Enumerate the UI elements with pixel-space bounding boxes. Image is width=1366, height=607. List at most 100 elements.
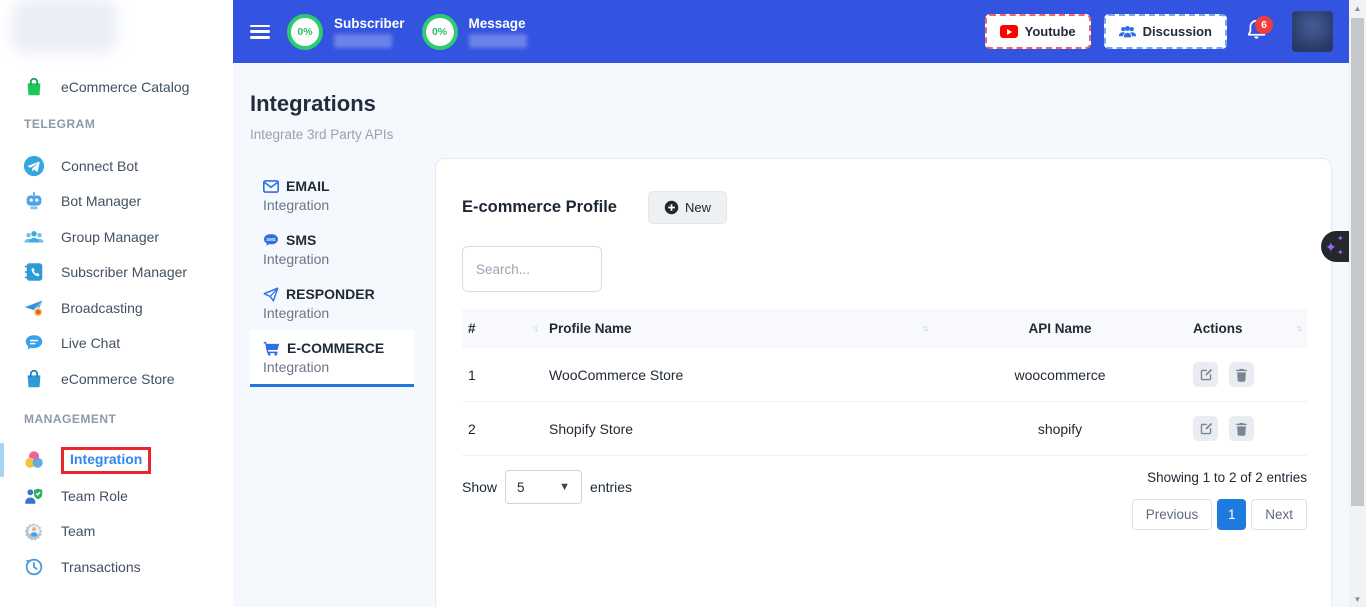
hamburger-menu-icon[interactable] (250, 25, 270, 39)
sidebar-item-ecommerce-store[interactable]: eCommerce Store (0, 361, 233, 396)
sidebar-section-telegram: TELEGRAM (24, 117, 95, 131)
tab-email-integration[interactable]: EMAIL Integration (250, 168, 414, 222)
sidebar-item-live-chat[interactable]: Live Chat (0, 326, 233, 361)
shopping-bag-green-icon (23, 76, 45, 98)
sort-icon[interactable]: ↑↓ (532, 323, 537, 333)
page-title: Integrations (250, 91, 376, 117)
sidebar-item-group-manager[interactable]: Group Manager (0, 219, 233, 254)
sidebar-item-bot-manager[interactable]: Bot Manager (0, 184, 233, 219)
sidebar-item-label: Broadcasting (61, 300, 143, 316)
sidebar-item-transactions[interactable]: Transactions (0, 549, 233, 584)
people-group-icon (23, 226, 45, 248)
tab-title: EMAIL (286, 178, 330, 194)
chat-bubble-icon (23, 332, 45, 354)
sidebar-item-team-role[interactable]: Team Role (0, 478, 233, 513)
sidebar: eCommerce Catalog TELEGRAM Connect Bot B… (0, 0, 233, 607)
tab-subtitle: Integration (263, 359, 401, 375)
delete-button[interactable] (1229, 416, 1254, 441)
edit-button[interactable] (1193, 362, 1218, 387)
scrollbar-thumb[interactable] (1351, 18, 1364, 506)
sidebar-item-integration[interactable]: Integration (0, 442, 233, 478)
message-stat-value-blurred (469, 34, 527, 48)
discussion-button[interactable]: Discussion (1104, 14, 1227, 49)
edit-button[interactable] (1193, 416, 1218, 441)
sort-icon[interactable]: ↑↓ (1296, 323, 1301, 333)
sms-bubble-icon: SMS (263, 233, 279, 247)
sort-icon[interactable]: ↑↓ (922, 323, 927, 333)
tab-responder-integration[interactable]: RESPONDER Integration (250, 276, 414, 330)
table-header-row: #↑↓ Profile Name↑↓ API Name Actions↑↓ (462, 309, 1307, 348)
column-header-num[interactable]: #↑↓ (462, 309, 543, 348)
subscriber-stat-label: Subscriber (334, 16, 405, 31)
message-stat-label: Message (469, 16, 527, 31)
tab-title: SMS (286, 232, 316, 248)
sidebar-item-ecommerce-catalog[interactable]: eCommerce Catalog (0, 69, 233, 104)
api-name-cell: woocommerce (933, 348, 1187, 402)
vertical-scrollbar[interactable]: ▲ ▼ (1349, 0, 1366, 607)
subscriber-stat-value-blurred (334, 34, 392, 48)
notifications-button[interactable]: 6 (1246, 18, 1267, 46)
column-header-actions[interactable]: Actions↑↓ (1187, 309, 1307, 348)
youtube-button-label: Youtube (1025, 24, 1076, 39)
previous-page-button[interactable]: Previous (1132, 499, 1213, 530)
discussion-button-label: Discussion (1143, 24, 1212, 39)
sidebar-item-label: Team (61, 523, 95, 539)
show-label: Show (462, 479, 497, 495)
page-size-select[interactable]: 5 ▼ (505, 470, 582, 504)
paper-plane-icon (263, 287, 279, 302)
tab-ecommerce-integration[interactable]: E-COMMERCE Integration (250, 330, 414, 387)
svg-text:SMS: SMS (266, 237, 275, 242)
sidebar-item-broadcasting[interactable]: Broadcasting (0, 290, 233, 325)
sidebar-item-label: Transactions (61, 559, 141, 575)
row-number: 1 (462, 348, 543, 402)
youtube-button[interactable]: Youtube (985, 14, 1091, 49)
sidebar-item-subscriber-manager[interactable]: Subscriber Manager (0, 255, 233, 290)
subscriber-percent: 0% (297, 26, 312, 38)
actions-cell (1187, 402, 1307, 456)
sidebar-item-label: Connect Bot (61, 158, 138, 174)
next-page-button[interactable]: Next (1251, 499, 1307, 530)
search-input[interactable] (462, 246, 602, 292)
column-header-api-name[interactable]: API Name (933, 309, 1187, 348)
edit-icon (1199, 422, 1213, 436)
sidebar-item-team[interactable]: Team (0, 514, 233, 549)
tab-sms-integration[interactable]: SMS SMS Integration (250, 222, 414, 276)
profile-name-cell: WooCommerce Store (543, 348, 933, 402)
page-1-button[interactable]: 1 (1217, 499, 1246, 530)
app-logo (12, 0, 117, 52)
contact-book-icon (23, 261, 45, 283)
sidebar-section-management: MANAGEMENT (24, 412, 116, 426)
column-header-profile-name[interactable]: Profile Name↑↓ (543, 309, 933, 348)
robot-icon (23, 190, 45, 212)
scroll-down-arrow[interactable]: ▼ (1349, 591, 1366, 607)
main-content: Integrations Integrate 3rd Party APIs EM… (233, 63, 1349, 607)
api-name-cell: shopify (933, 402, 1187, 456)
delete-button[interactable] (1229, 362, 1254, 387)
shopping-bag-blue-icon (23, 368, 45, 390)
user-avatar[interactable] (1292, 11, 1333, 52)
page-subtitle: Integrate 3rd Party APIs (250, 127, 393, 142)
message-progress-circle: 0% (422, 14, 458, 50)
sidebar-item-label: Group Manager (61, 229, 159, 245)
sidebar-item-connect-bot[interactable]: Connect Bot (0, 148, 233, 183)
sidebar-item-label: Subscriber Manager (61, 264, 187, 280)
sidebar-item-label: Live Chat (61, 335, 120, 351)
ecommerce-profile-card: E-commerce Profile New #↑↓ Profile Name↑… (435, 158, 1332, 607)
ai-assistant-fab[interactable]: ✦✦✦ (1321, 231, 1349, 262)
subscriber-progress-circle: 0% (287, 14, 323, 50)
sidebar-item-label: eCommerce Catalog (61, 79, 189, 95)
scroll-up-arrow[interactable]: ▲ (1349, 0, 1366, 16)
table-footer: Show 5 ▼ entries Showing 1 to 2 of 2 ent… (462, 470, 1307, 530)
red-annotation-box: Integration (61, 447, 151, 474)
top-header: 0% Subscriber 0% Message Youtube Discuss… (233, 0, 1349, 63)
clock-history-icon (23, 556, 45, 578)
sidebar-item-label: Integration (70, 451, 142, 467)
telegram-plane-icon (23, 155, 45, 177)
tab-subtitle: Integration (263, 251, 401, 267)
profiles-table: #↑↓ Profile Name↑↓ API Name Actions↑↓ 1 … (462, 309, 1307, 456)
app-window: eCommerce Catalog TELEGRAM Connect Bot B… (0, 0, 1366, 607)
new-profile-button[interactable]: New (648, 191, 727, 224)
broadcast-plane-icon (23, 297, 45, 319)
row-number: 2 (462, 402, 543, 456)
message-percent: 0% (432, 26, 447, 38)
